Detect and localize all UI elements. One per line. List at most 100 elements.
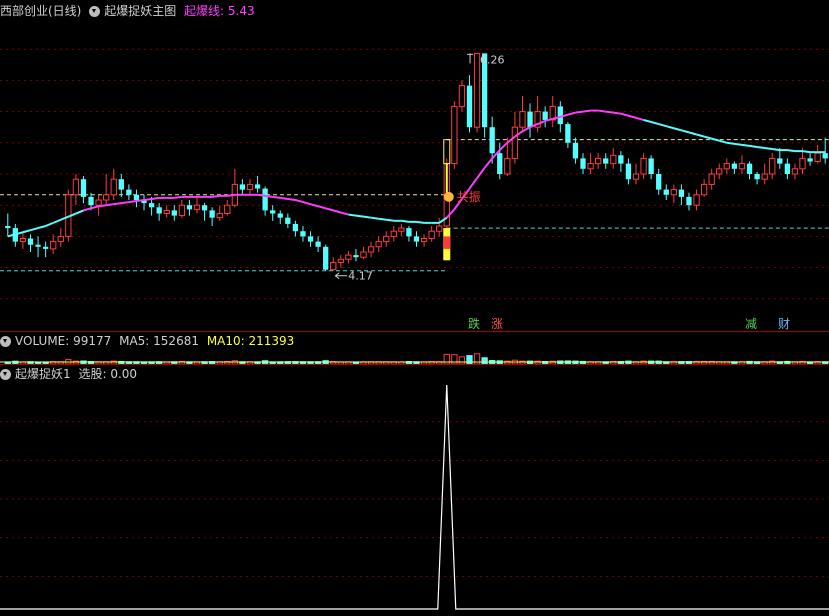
candle-body (390, 230, 397, 237)
volume-bar (458, 356, 466, 364)
signal-tag-rise: 涨 (491, 317, 504, 331)
ma-line-segment (401, 219, 410, 223)
candle-body (367, 246, 375, 253)
candle-body (270, 210, 276, 214)
candle-body (163, 209, 170, 215)
ma-line-segment (136, 199, 145, 203)
candle-body (285, 217, 291, 224)
volume-bar (451, 354, 458, 364)
ma-line-segment (310, 203, 319, 208)
volume-menu-icon[interactable] (0, 336, 11, 347)
ma-line-segment (764, 147, 773, 151)
candle-body (413, 236, 420, 242)
ma-line-segment (598, 109, 606, 113)
ma-line-segment (227, 193, 235, 197)
candle-body (466, 85, 473, 128)
candle-body (458, 85, 466, 107)
candle-body (337, 258, 344, 263)
candle-body (436, 225, 443, 232)
signal-menu-icon[interactable] (0, 369, 11, 380)
candle-body (603, 158, 609, 164)
candle-body (156, 207, 162, 214)
candle-body (398, 227, 405, 232)
ma-line-segment (143, 197, 152, 201)
candle-body (451, 105, 458, 165)
candle-body (19, 237, 27, 243)
ma-line-segment (749, 144, 758, 148)
ma-line-segment (673, 127, 682, 132)
candle-body (330, 261, 337, 271)
candle-body (292, 223, 299, 232)
candle-body (580, 158, 586, 169)
volume-header: VOLUME: 99177 MA5: 152681 MA10: 211393 (0, 333, 298, 349)
volume-chart (0, 353, 829, 364)
ma-line-segment (483, 157, 493, 169)
ma-line-segment (113, 202, 122, 206)
ma-line-segment (52, 218, 62, 224)
indicator-label[interactable]: 起爆捉妖主图 (104, 4, 176, 18)
ma-line-segment (605, 110, 614, 114)
ma-line-segment (650, 121, 659, 126)
candle-body (277, 213, 283, 218)
resonance-label: 共振 (457, 190, 481, 204)
candle-body (383, 235, 390, 243)
candle-body (663, 189, 669, 195)
candle-body (375, 241, 382, 248)
ma-line-segment (302, 201, 311, 206)
candle-body (201, 205, 208, 211)
candle-body (178, 204, 186, 217)
candle-body (625, 163, 632, 180)
candle-body (239, 184, 246, 190)
ma-line-segment (174, 195, 183, 199)
ma-line-segment (567, 111, 576, 116)
ma-line-segment (151, 196, 160, 200)
candle-body (678, 189, 685, 197)
ma-line-segment (711, 137, 720, 142)
ma-line-segment (370, 216, 379, 220)
candle-body (315, 241, 321, 247)
ma-line-segment (75, 209, 84, 215)
candle-body (708, 173, 715, 185)
candle-body (193, 204, 201, 210)
ma-line-segment (620, 112, 629, 117)
candle-body (5, 226, 11, 229)
ma-line-segment (90, 205, 99, 210)
ma-line-segment (348, 213, 357, 217)
candle-body (610, 154, 617, 165)
candle-body (353, 255, 359, 258)
volume-ma5: MA5: 152681 (119, 334, 199, 348)
volume-ma10: MA10: 211393 (206, 334, 295, 348)
breakout-signal-column (443, 236, 451, 249)
candle-body (807, 158, 813, 162)
candle-body (118, 179, 124, 190)
ma-line-segment (787, 149, 796, 153)
candle-body (587, 163, 594, 170)
pane-divider-1 (0, 331, 829, 332)
candle-body (72, 178, 80, 196)
candle-body (640, 157, 647, 175)
ma-line-segment (499, 142, 509, 151)
candle-body (572, 142, 579, 159)
candle-body (216, 213, 223, 219)
ma-line-segment (468, 177, 478, 190)
ma-line-segment (726, 141, 735, 145)
ma-line-segment (658, 123, 667, 128)
ma-line-segment (741, 143, 750, 147)
ma-line-segment (363, 215, 372, 219)
candle-body (648, 158, 654, 174)
high-marker-label: 6.26 (480, 53, 505, 66)
ma-line-segment (257, 193, 266, 197)
ma-line-segment (521, 126, 531, 133)
candle-body (746, 163, 753, 174)
ma-line-segment (295, 199, 304, 204)
candle-body (110, 178, 117, 196)
ma-line-segment (106, 203, 114, 207)
candle-body (27, 238, 34, 245)
ma-line-segment (643, 118, 652, 123)
indicator-menu-icon[interactable] (89, 6, 101, 17)
ma-line-segment (575, 110, 584, 114)
volume-bar (443, 353, 450, 364)
ma-line-segment (802, 150, 811, 154)
candle-body (171, 210, 177, 216)
ma-line-segment (772, 148, 780, 152)
